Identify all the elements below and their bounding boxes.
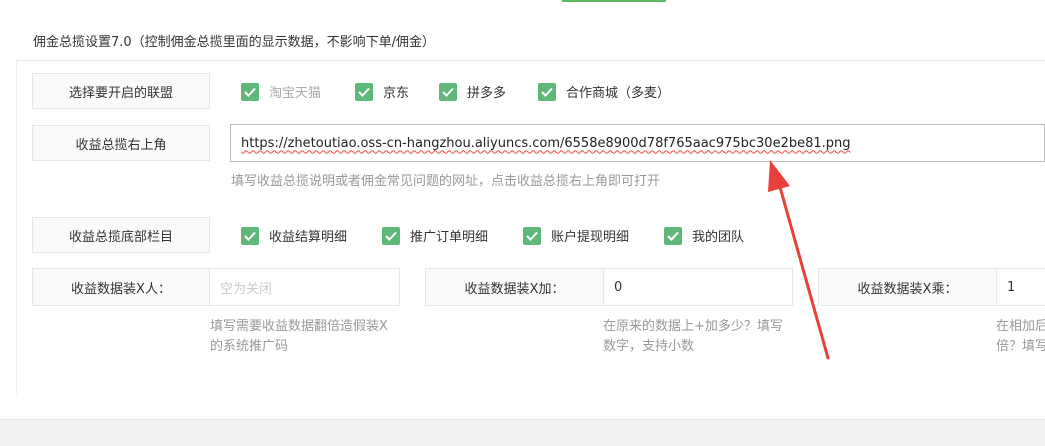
annotation-arrow-icon — [768, 160, 830, 360]
footer-band — [0, 419, 1045, 446]
